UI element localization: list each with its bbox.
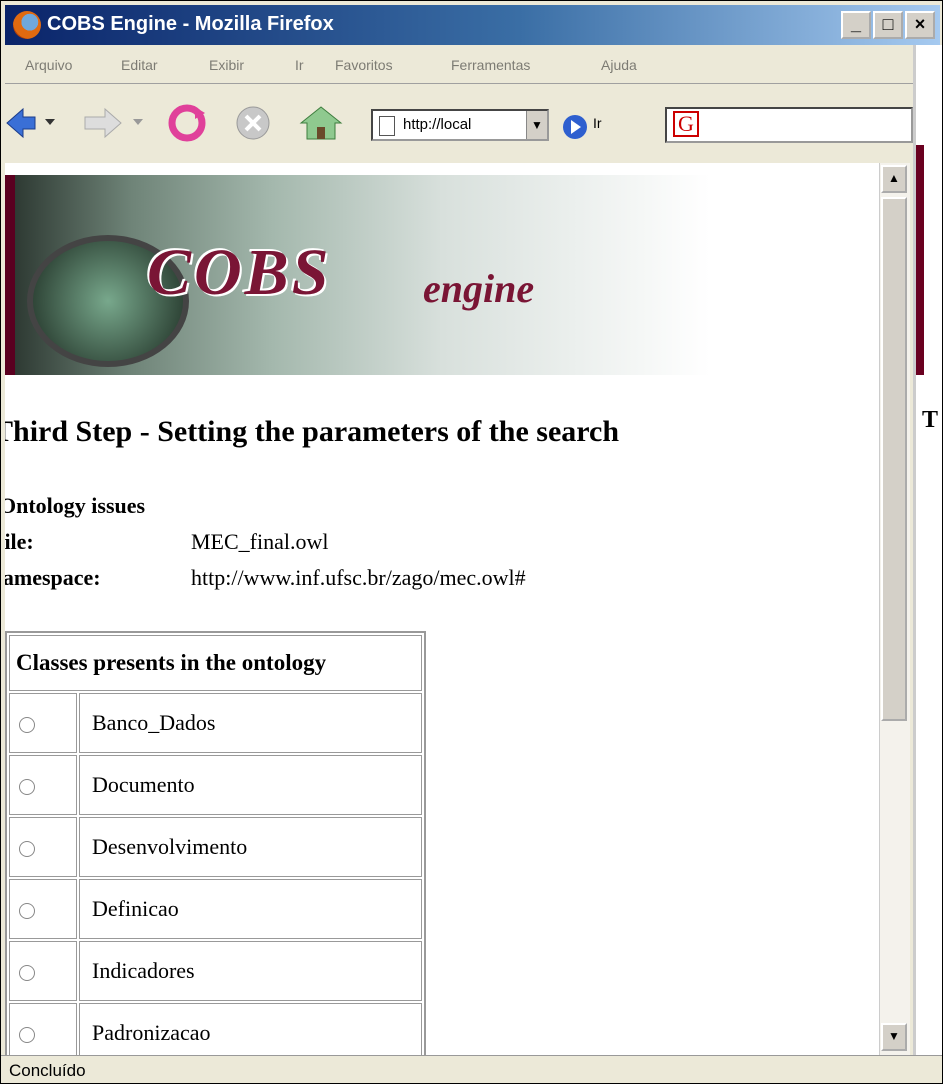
radio-cell (9, 1003, 77, 1055)
class-radio[interactable] (19, 902, 35, 919)
classes-table-header: Classes presents in the ontology (9, 635, 422, 691)
table-row: Banco_Dados (9, 693, 422, 753)
status-text: Concluído (9, 1061, 86, 1080)
class-radio[interactable] (19, 840, 35, 857)
class-name: Documento (79, 755, 422, 815)
stop-icon[interactable] (233, 103, 273, 143)
banner-title: COBS (147, 236, 332, 309)
menu-ir[interactable]: Ir (295, 57, 304, 73)
url-dropdown-button[interactable]: ▼ (526, 111, 547, 139)
maximize-button[interactable]: □ (873, 11, 903, 39)
search-input[interactable]: G (665, 107, 913, 143)
table-row: Padronizacao (9, 1003, 422, 1055)
close-button[interactable]: × (905, 11, 935, 39)
menu-arquivo[interactable]: Arquivo (25, 57, 72, 73)
minimize-button[interactable]: _ (841, 11, 871, 39)
reload-icon[interactable] (165, 103, 209, 143)
navigation-toolbar: http://local ▼ Ir G (5, 89, 940, 159)
adjacent-heading-fragment: T (922, 407, 939, 433)
browser-window: COBS Engine - Mozilla Firefox _ □ × Arqu… (0, 0, 943, 1084)
file-value: MEC_final.owl (191, 529, 329, 554)
file-label: File: (5, 529, 34, 554)
class-radio[interactable] (19, 778, 35, 795)
google-icon[interactable]: G (673, 111, 699, 137)
radio-cell (9, 879, 77, 939)
cobs-banner: COBS engine (5, 175, 710, 375)
menu-favoritos[interactable]: Favoritos (335, 57, 393, 73)
class-name: Banco_Dados (79, 693, 422, 753)
page-heading: Third Step - Setting the parameters of t… (5, 415, 620, 448)
go-icon[interactable] (561, 113, 589, 141)
class-radio[interactable] (19, 716, 35, 733)
adjacent-banner-edge (916, 145, 924, 375)
adjacent-window-strip: T (913, 45, 942, 1055)
page-icon (379, 116, 395, 136)
menu-ferramentas[interactable]: Ferramentas (451, 57, 530, 73)
classes-table: Classes presents in the ontology Banco_D… (5, 631, 426, 1055)
forward-icon[interactable] (77, 103, 157, 143)
class-name: Indicadores (79, 941, 422, 1001)
menu-editar[interactable]: Editar (121, 57, 158, 73)
table-row: Definicao (9, 879, 422, 939)
class-name: Definicao (79, 879, 422, 939)
radio-cell (9, 941, 77, 1001)
status-bar: Concluído (1, 1055, 942, 1083)
class-name: Padronizacao (79, 1003, 422, 1055)
go-button-label[interactable]: Ir (593, 115, 602, 131)
scroll-thumb[interactable] (881, 197, 907, 721)
namespace-value: http://www.inf.ufsc.br/zago/mec.owl# (191, 565, 526, 590)
window-title: COBS Engine - Mozilla Firefox (47, 13, 334, 35)
banner-subtitle: engine (423, 266, 535, 311)
namespace-label: Namespace: (5, 565, 101, 590)
ontology-section-title: Ontology issues (5, 493, 146, 518)
table-row: Desenvolvimento (9, 817, 422, 877)
home-icon[interactable] (297, 103, 345, 143)
radio-cell (9, 693, 77, 753)
page-content: COBS engine Third Step - Setting the par… (5, 163, 879, 1055)
menu-bar: Arquivo Editar Exibir Ir Favoritos Ferra… (5, 51, 940, 84)
url-input[interactable]: http://local ▼ (371, 109, 549, 141)
firefox-icon (13, 11, 41, 39)
scroll-down-button[interactable]: ▼ (881, 1023, 907, 1051)
title-bar: COBS Engine - Mozilla Firefox _ □ × (5, 5, 940, 45)
url-text: http://local (403, 116, 472, 133)
class-name: Desenvolvimento (79, 817, 422, 877)
table-header-row: Classes presents in the ontology (9, 635, 422, 691)
class-radio[interactable] (19, 964, 35, 981)
menu-ajuda[interactable]: Ajuda (601, 57, 637, 73)
radio-cell (9, 755, 77, 815)
class-radio[interactable] (19, 1026, 35, 1043)
back-icon[interactable] (5, 103, 61, 143)
table-row: Documento (9, 755, 422, 815)
menu-exibir[interactable]: Exibir (209, 57, 244, 73)
radio-cell (9, 817, 77, 877)
scroll-up-button[interactable]: ▲ (881, 165, 907, 193)
vertical-scrollbar[interactable]: ▲ ▼ (879, 163, 910, 1055)
table-row: Indicadores (9, 941, 422, 1001)
